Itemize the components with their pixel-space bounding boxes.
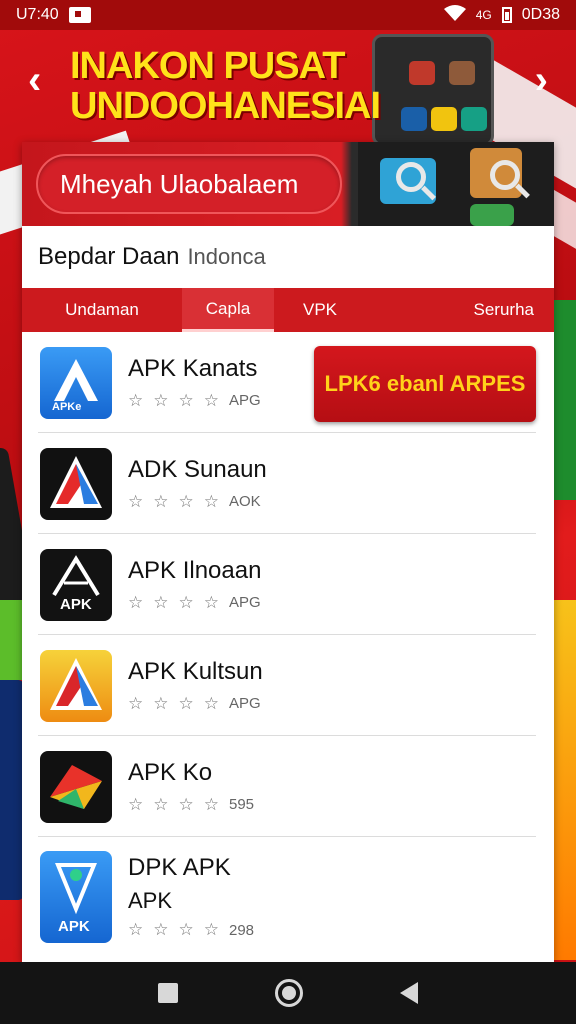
apk-blue-icon: APKe <box>40 346 112 419</box>
star-icon: ☆ <box>153 794 169 814</box>
star-icon: ☆ <box>178 491 194 511</box>
app-name: ADK Sunaun <box>128 455 267 483</box>
status-right-text: 0D38 <box>521 6 560 23</box>
chevron-right-icon[interactable]: › <box>535 60 548 100</box>
star-icon: ☆ <box>203 491 219 511</box>
star-icon: ☆ <box>178 390 194 410</box>
star-icon: ☆ <box>128 920 144 939</box>
app-subname: APK <box>128 888 173 913</box>
app-meta: AOK <box>229 493 261 510</box>
star-icon: ☆ <box>128 491 144 511</box>
star-icon: ☆ <box>178 592 194 612</box>
tab-3[interactable]: VPK <box>274 288 366 332</box>
notification-icon <box>68 7 91 23</box>
battery-icon <box>501 7 512 23</box>
star-icon: ☆ <box>128 592 144 612</box>
header-phone-image <box>358 142 554 226</box>
star-icon: ☆ <box>178 693 194 713</box>
promo-button[interactable]: LPK6 ebanl ARPES <box>314 346 536 422</box>
app-list: APKe APK Kanats ☆ ☆ ☆ ☆ APG LPK6 ebanl A… <box>22 332 554 957</box>
chevron-left-icon[interactable]: ‹ <box>28 60 41 100</box>
app-name: APK Ko <box>128 758 213 786</box>
star-icon: ☆ <box>153 592 169 612</box>
status-time: U7:40 <box>16 6 59 23</box>
app-name: APK Kanats <box>128 354 258 382</box>
star-icon: ☆ <box>153 491 169 511</box>
star-icon: ☆ <box>203 794 219 814</box>
apk-outline-icon: APK <box>40 548 112 621</box>
back-icon[interactable] <box>399 982 418 1004</box>
magnifier-icon <box>396 162 426 192</box>
app-meta: APG <box>229 695 261 712</box>
star-icon: ☆ <box>128 794 144 814</box>
store-card: Mheyah Ulaobalaem Bepdar Daan Indonca Un… <box>22 142 554 962</box>
promo-banner[interactable]: ‹ INAKON PUSAT UNDOOHANESIAI › <box>0 30 576 140</box>
list-item[interactable]: ADK Sunaun ☆ ☆ ☆ ☆ AOK <box>22 433 554 534</box>
star-icon: ☆ <box>203 693 219 713</box>
star-icon: ☆ <box>153 920 169 939</box>
star-icon: ☆ <box>153 693 169 713</box>
tab-bar: Undaman Capla VPK Serurha <box>22 288 554 332</box>
app-name: DPK APK <box>128 854 231 881</box>
app-name: APK Ilnoaan <box>128 556 262 584</box>
home-icon[interactable] <box>274 979 303 1007</box>
app-meta: APG <box>229 594 261 611</box>
search-button[interactable]: Mheyah Ulaobalaem <box>36 154 342 214</box>
list-item[interactable]: APK DPK APK APK ☆ ☆ ☆ ☆ 298 <box>22 837 554 957</box>
list-item[interactable]: APKe APK Kanats ☆ ☆ ☆ ☆ APG LPK6 ebanl A… <box>22 332 554 433</box>
tab-1[interactable]: Undaman <box>22 288 182 332</box>
list-item[interactable]: APK Ko ☆ ☆ ☆ ☆ 595 <box>22 736 554 837</box>
magnifier-icon <box>490 160 520 190</box>
star-icon: ☆ <box>128 693 144 713</box>
star-icon: ☆ <box>178 920 194 939</box>
star-icon: ☆ <box>203 592 219 612</box>
card-header: Mheyah Ulaobalaem <box>22 142 554 226</box>
star-icon: ☆ <box>153 390 169 410</box>
recents-icon[interactable] <box>158 983 179 1003</box>
list-item[interactable]: APK APK Ilnoaan ☆ ☆ ☆ ☆ APG <box>22 534 554 635</box>
star-icon: ☆ <box>203 920 219 939</box>
banner-title: INAKON PUSAT UNDOOHANESIAI <box>70 45 381 127</box>
apk-triangle-icon <box>40 447 112 520</box>
star-icon: ☆ <box>203 390 219 410</box>
apk-shield-icon: APK <box>40 851 112 943</box>
app-meta: 595 <box>229 796 255 813</box>
app-meta: 298 <box>229 921 255 939</box>
apk-yellow-icon <box>40 649 112 722</box>
signal-icon: 4G <box>475 8 492 22</box>
star-icon: ☆ <box>128 390 144 410</box>
wifi-icon <box>443 4 466 26</box>
star-icon: ☆ <box>178 794 194 814</box>
status-bar: U7:40 4G 0D38 <box>0 0 576 30</box>
tab-2-selected[interactable]: Capla <box>182 288 274 332</box>
play-arrow-icon <box>40 750 112 823</box>
list-item[interactable]: APK Kultsun ☆ ☆ ☆ ☆ APG <box>22 635 554 736</box>
section-title: Bepdar Daan Indonca <box>38 243 266 270</box>
app-meta: APG <box>229 392 261 409</box>
tab-4[interactable]: Serurha <box>366 288 554 332</box>
system-nav-bar <box>0 962 576 1024</box>
app-name: APK Kultsun <box>128 657 263 685</box>
